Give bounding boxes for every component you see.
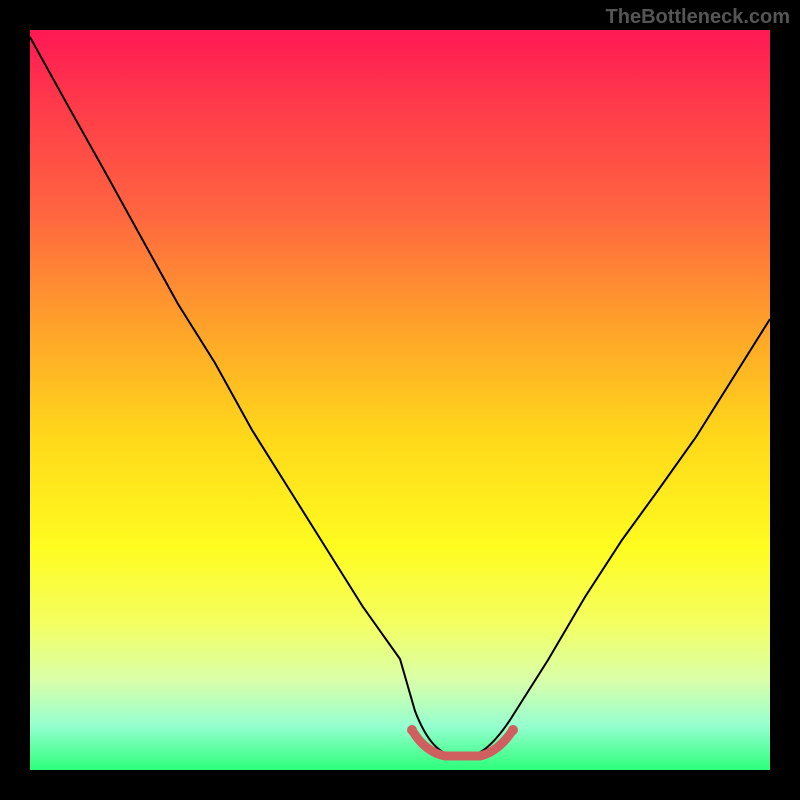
highlight-dot-left xyxy=(407,725,417,735)
watermark-text: TheBottleneck.com xyxy=(606,6,790,29)
chart-svg xyxy=(30,30,770,770)
curve-line xyxy=(30,37,770,755)
plot-area xyxy=(30,30,770,770)
bottleneck-highlight xyxy=(412,730,513,756)
highlight-dot-right xyxy=(508,725,518,735)
